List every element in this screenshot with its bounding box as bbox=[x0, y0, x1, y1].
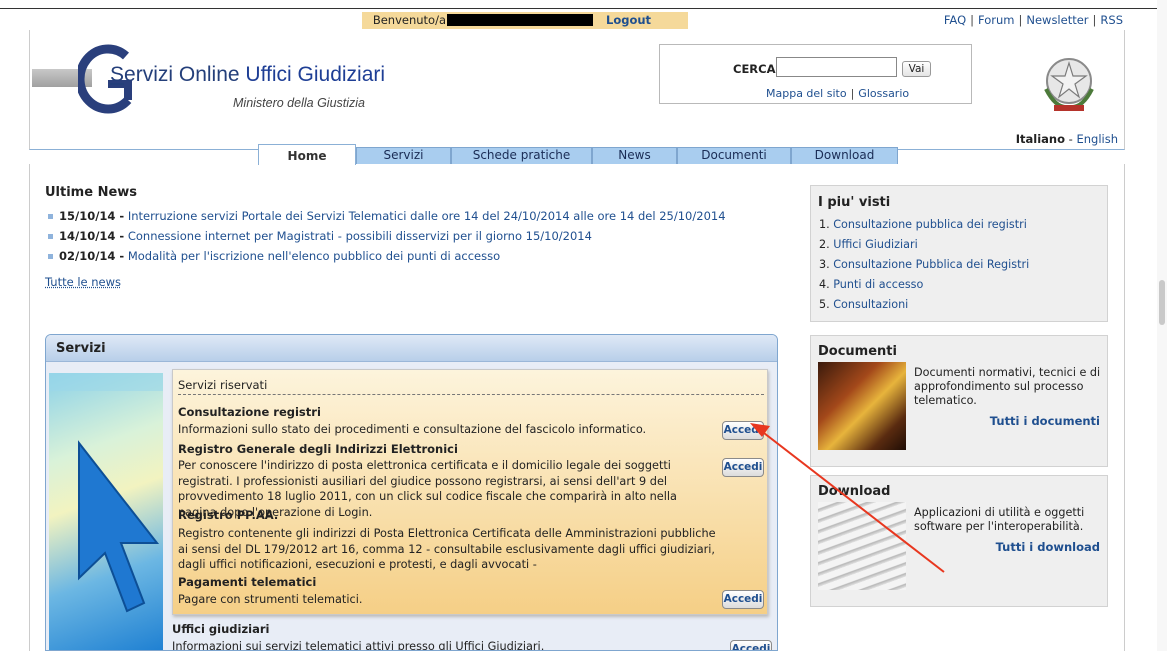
annotation-arrow-icon bbox=[750, 423, 945, 573]
